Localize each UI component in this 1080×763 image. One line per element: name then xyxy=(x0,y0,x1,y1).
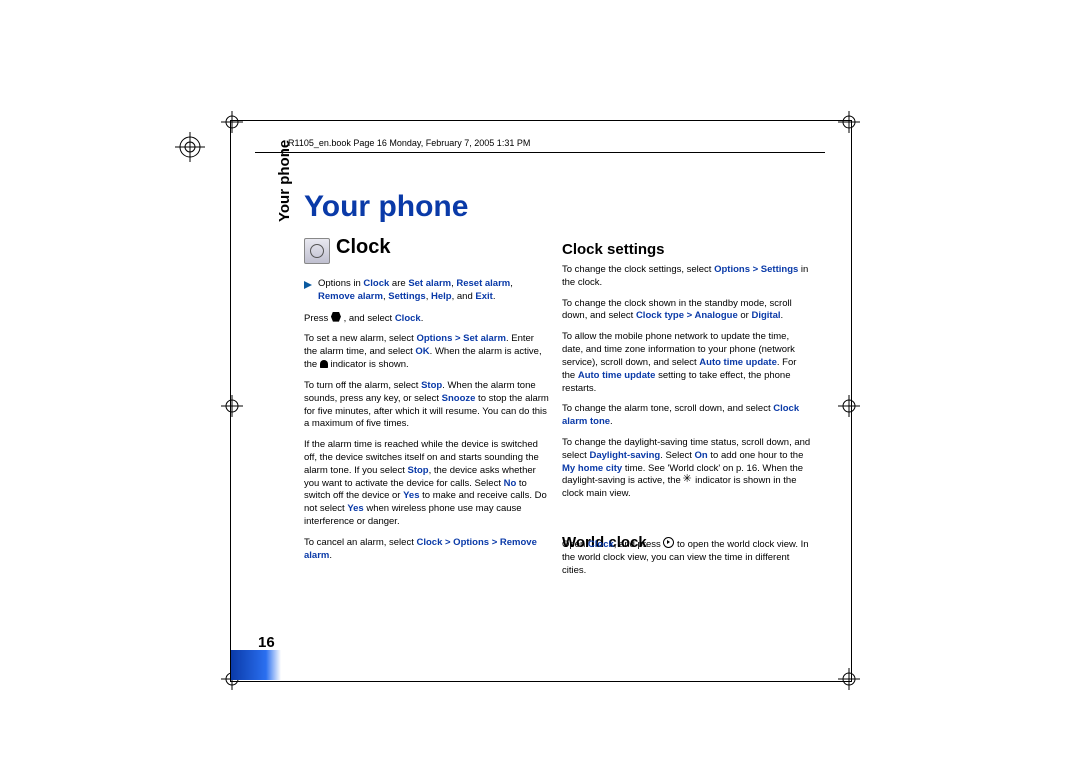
chapter-title: Your phone xyxy=(304,190,468,224)
section-heading-settings: Clock settings xyxy=(562,241,665,258)
body-text: To change the clock shown in the standby… xyxy=(562,298,812,324)
section-heading-clock: Clock xyxy=(336,236,390,259)
running-header: R1105_en.book Page 16 Monday, February 7… xyxy=(288,138,530,148)
page-number: 16 xyxy=(258,634,275,651)
menu-key-icon xyxy=(331,312,341,322)
body-text: If the alarm time is reached while the d… xyxy=(304,439,549,529)
body-text: Open Clock, and press to open the world … xyxy=(562,537,812,577)
registration-mark-icon xyxy=(175,132,205,162)
side-section-label: Your phone xyxy=(276,140,293,222)
clock-app-icon xyxy=(304,238,330,264)
body-text: To allow the mobile phone network to upd… xyxy=(562,331,812,395)
alarm-indicator-icon xyxy=(320,360,328,368)
body-text: To change the clock settings, select Opt… xyxy=(562,264,812,290)
daylight-indicator-icon xyxy=(683,475,692,484)
body-text: To set a new alarm, select Options > Set… xyxy=(304,333,549,371)
page-tab-bar xyxy=(231,650,281,680)
body-text: To change the alarm tone, scroll down, a… xyxy=(562,403,812,429)
body-column-left: Options in Clock are Set alarm, Reset al… xyxy=(304,278,549,570)
body-text: To cancel an alarm, select Clock > Optio… xyxy=(304,537,549,563)
body-text: Press , and select Clock. xyxy=(304,312,549,326)
scroll-key-icon xyxy=(663,537,674,548)
body-text: To change the daylight-saving time statu… xyxy=(562,437,812,501)
body-text: To turn off the alarm, select Stop. When… xyxy=(304,380,549,431)
header-rule xyxy=(255,152,825,153)
body-column-right: To change the clock settings, select Opt… xyxy=(562,264,812,585)
options-list: Options in Clock are Set alarm, Reset al… xyxy=(304,278,549,304)
arrow-icon xyxy=(304,281,312,289)
